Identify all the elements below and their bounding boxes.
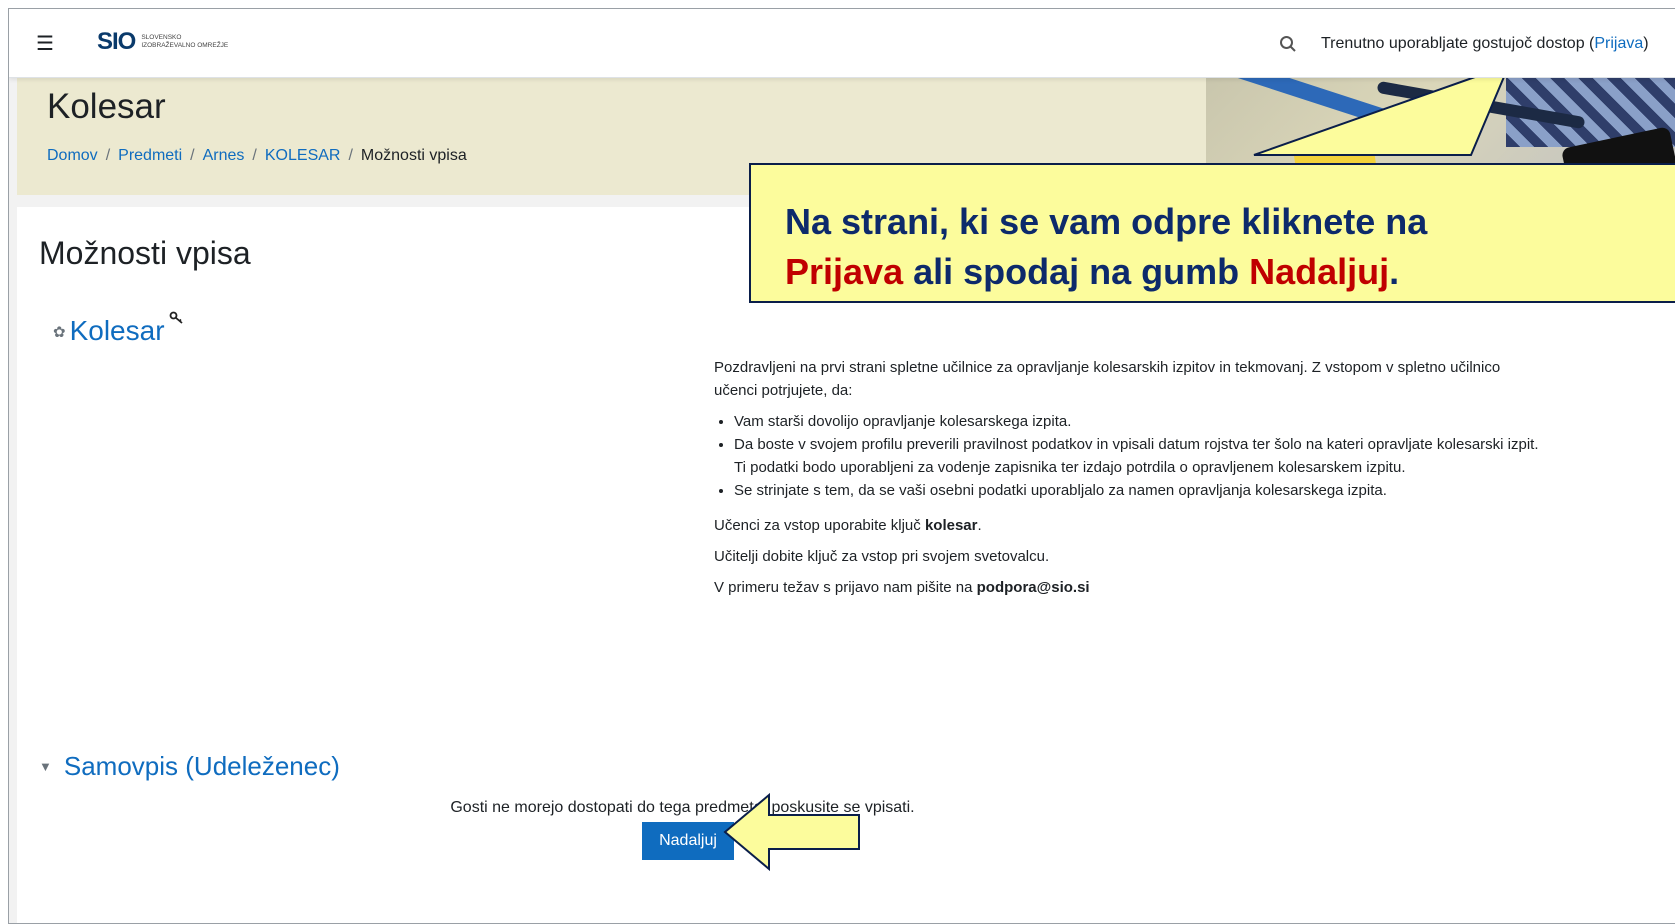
guest-text: Trenutno uporabljate gostujoč dostop ( [1321,35,1595,52]
breadcrumb-arnes[interactable]: Arnes [203,147,245,164]
course-icon: ✿ [53,324,66,341]
callout-login-word: Prijava [785,251,904,292]
callout-line-1: Na strani, ki se vam odpre kliknete na [785,201,1428,242]
callout-continue-word: Nadaljuj [1249,251,1390,292]
key-text-pre: Učenci za vstop uporabite ključ [714,517,925,534]
section-title: Samovpis (Udeleženec) [63,751,340,781]
breadcrumb-current: Možnosti vpisa [360,147,467,164]
support-email: podpora@sio.si [976,579,1090,596]
logo-line-2: IZOBRAŽEVALNO OMREŽJE [141,42,229,49]
collapse-triangle-icon[interactable]: ▼ [39,759,52,774]
summary-intro: Pozdravljeni na prvi strani spletne učil… [714,359,1501,399]
students-key-text: Učenci za vstop uporabite ključ kolesar. [714,514,1544,537]
key-icon [169,311,185,328]
browser-frame: ☰ SIO SLOVENSKO IZOBRAŽEVALNO OMREŽJE Tr… [8,8,1675,924]
summary-list: Vam starši dovolijo opravljanje kolesars… [714,410,1544,502]
enrolment-options-title: Možnosti vpisa [39,235,251,271]
breadcrumb: Domov / Predmeti / Arnes / KOLESAR / Možnosti vp… [47,147,467,164]
breadcrumb-kolesar[interactable]: KOLESAR [265,147,341,164]
logo-subtitle: SLOVENSKO IZOBRAŽEVALNO OMREŽJE [141,34,228,50]
summary-item: Vam starši dovolijo opravljanje kolesars… [734,410,1544,433]
callout-text: Na strani, ki se vam odpre kliknete na P… [785,197,1427,297]
page-title: Kolesar [47,87,166,126]
breadcrumb-courses[interactable]: Predmeti [118,147,182,164]
callout-line-2-mid: ali spodaj na gumb [903,251,1250,292]
logo-line-1: SLOVENSKO [141,34,182,41]
course-summary: Pozdravljeni na prvi strani spletne učil… [714,356,1544,607]
key-word: kolesar [924,517,978,534]
guest-note-text: Gosti ne morejo dostopati do tega predme… [450,799,915,816]
summary-item: Da boste v svojem profilu preverili prav… [734,433,1544,479]
logo-mark: SIO [97,28,136,55]
breadcrumb-home[interactable]: Domov [47,147,98,164]
self-enrolment-section[interactable]: ▼ Samovpis (Udeleženec) [39,751,340,782]
login-link[interactable]: Prijava [1594,35,1643,52]
guest-close: ) [1643,35,1649,52]
top-navbar: ☰ SIO SLOVENSKO IZOBRAŽEVALNO OMREŽJE Tr… [9,9,1675,78]
summary-item: Se strinjate s tem, da se vaši osebni po… [734,479,1544,502]
guest-note: Gosti ne morejo dostopati do tega predme… [9,799,1675,817]
search-icon[interactable] [1279,35,1297,58]
support-pre: V primeru težav s prijavo nam pišite na [714,579,977,596]
hamburger-icon[interactable]: ☰ [27,25,63,61]
site-logo[interactable]: SIO SLOVENSKO IZOBRAŽEVALNO OMREŽJE [97,28,228,56]
guest-access-text: Trenutno uporabljate gostujoč dostop (Pr… [1321,35,1649,53]
key-text-post: . [977,517,982,534]
callout-line-2-end: . [1389,251,1400,292]
teachers-text: Učitelji dobite ključ za vstop pri svoje… [714,548,1050,565]
support-text: V primeru težav s prijavo nam pišite na … [714,576,1544,599]
course-name[interactable]: Kolesar [70,315,165,347]
instruction-callout: Na strani, ki se vam odpre kliknete na P… [749,163,1675,303]
continue-button[interactable]: Nadaljuj [642,822,734,860]
course-link[interactable]: ✿ Kolesar [53,311,185,347]
